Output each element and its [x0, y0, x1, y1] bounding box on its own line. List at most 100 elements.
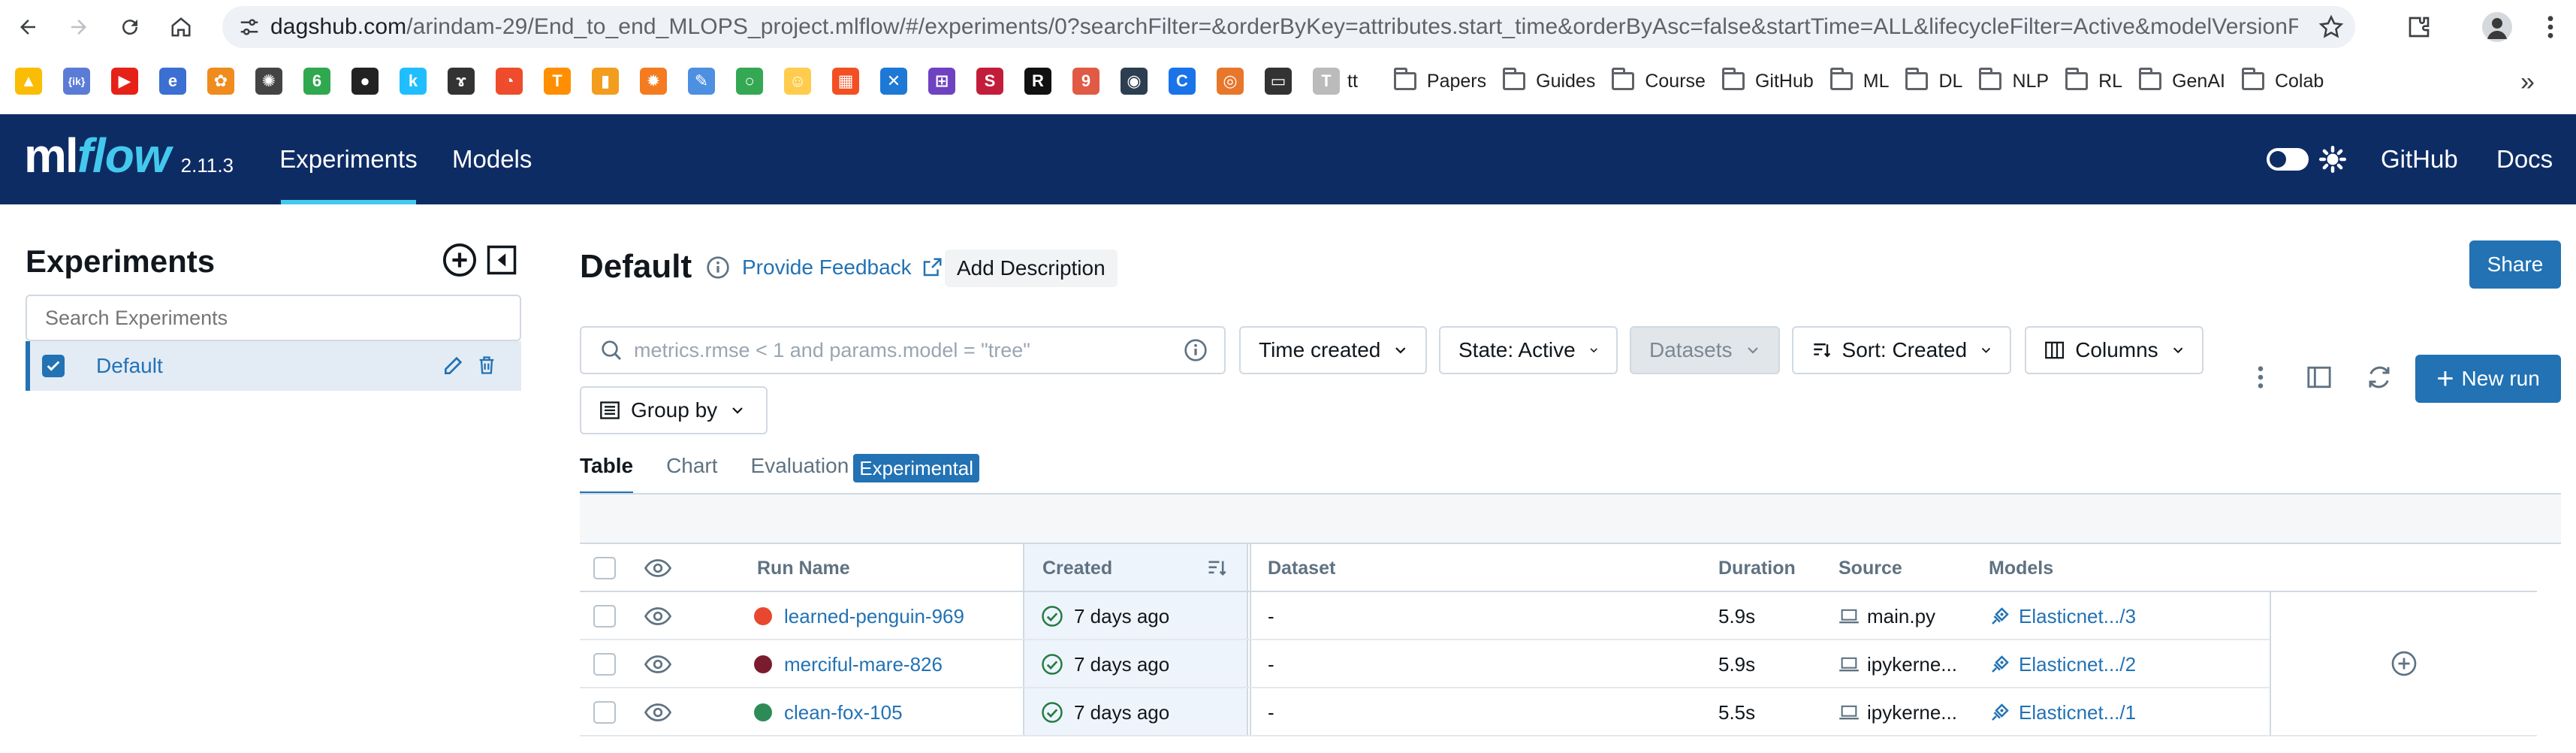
bookmark-folder-dl[interactable]: DL [1905, 68, 1962, 92]
state-dropdown[interactable]: State: Active [1439, 326, 1618, 374]
bookmark-purple-app-icon[interactable]: ⊞ [928, 68, 955, 95]
sort-desc-icon[interactable] [1205, 544, 1229, 592]
bookmark-red-s-icon[interactable]: S [976, 68, 1003, 95]
visibility-eye-icon[interactable] [644, 688, 671, 736]
bookmark-folder-colab[interactable]: Colab [2241, 68, 2324, 92]
bookmark-tt[interactable]: tt [1347, 71, 1358, 92]
toggle-side-panel-button[interactable] [2298, 356, 2340, 398]
add-description-button[interactable]: Add Description [945, 249, 1118, 287]
column-header-created[interactable]: Created [1042, 544, 1112, 592]
edit-experiment-icon[interactable] [442, 353, 466, 381]
source-cell[interactable]: main.py [1838, 592, 1935, 640]
bookmark-kaggle-icon[interactable]: k [400, 68, 427, 95]
bookmark-google-drive-icon[interactable]: ▲ [15, 68, 42, 95]
column-header-run-name[interactable]: Run Name [757, 544, 850, 592]
row-checkbox[interactable] [593, 592, 616, 640]
search-info-icon[interactable] [1184, 338, 1208, 362]
bookmark-black-r-icon[interactable]: R [1024, 68, 1051, 95]
bookmark-blue-x-icon[interactable]: ✕ [880, 68, 907, 95]
collapse-sidebar-button[interactable] [484, 242, 520, 278]
column-header-models[interactable]: Models [1989, 544, 2053, 592]
bookmark-folder-ml[interactable]: ML [1829, 68, 1889, 92]
column-header-duration[interactable]: Duration [1718, 544, 1796, 592]
bookmark-folder-nlp[interactable]: NLP [1979, 68, 2049, 92]
run-name-cell[interactable]: learned-penguin-969 [754, 592, 964, 640]
model-link[interactable]: Elasticnet.../1 [2019, 701, 2136, 724]
source-cell[interactable]: ipykerne... [1838, 688, 1957, 736]
provide-feedback-link[interactable]: Provide Feedback [742, 256, 943, 280]
bookmark-tensorflow-icon[interactable]: T [544, 68, 571, 95]
extensions-icon[interactable] [2400, 6, 2438, 48]
bookmark-terminal-icon[interactable]: ▭ [1265, 68, 1292, 95]
bookmark-folder-papers[interactable]: Papers [1393, 68, 1486, 92]
toggle-switch[interactable] [2267, 148, 2309, 171]
profile-avatar[interactable] [2478, 6, 2516, 48]
docs-link[interactable]: Docs [2496, 114, 2553, 204]
table-row[interactable]: clean-fox-105 7 days ago - 5.5s ipykerne... E… [580, 688, 2270, 736]
run-name-cell[interactable]: clean-fox-105 [754, 688, 903, 736]
run-name-cell[interactable]: merciful-mare-826 [754, 640, 943, 688]
bookmark-hf-icon[interactable]: ☺ [784, 68, 811, 95]
tab-evaluation[interactable]: Evaluation [751, 454, 849, 490]
table-row[interactable]: merciful-mare-826 7 days ago - 5.9s ipykerne… [580, 640, 2270, 688]
row-checkbox[interactable] [593, 640, 616, 688]
address-bar[interactable]: dagshub.com/arindam-29/End_to_end_MLOPS_… [222, 6, 2355, 48]
run-name-link[interactable]: clean-fox-105 [784, 701, 903, 724]
column-header-dataset[interactable]: Dataset [1268, 544, 1335, 592]
datasets-dropdown[interactable]: Datasets [1630, 326, 1780, 374]
source-cell[interactable]: ipykerne... [1838, 640, 1957, 688]
create-experiment-button[interactable] [442, 242, 478, 278]
model-link[interactable]: Elasticnet.../3 [2019, 605, 2136, 628]
bookmark-blue-c-icon[interactable]: C [1169, 68, 1196, 95]
bookmark-folder-guides[interactable]: Guides [1503, 68, 1595, 92]
site-info-icon[interactable] [228, 6, 270, 48]
run-search-input[interactable] [634, 338, 1160, 362]
bookmark-red-9-icon[interactable]: 9 [1072, 68, 1099, 95]
mlflow-logo[interactable]: ml flow 2.11.3 [24, 128, 234, 183]
browser-menu-icon[interactable] [2535, 6, 2565, 48]
bookmark-docker-icon[interactable]: ◉ [1121, 68, 1148, 95]
model-cell[interactable]: Elasticnet.../1 [1989, 688, 2136, 736]
forward-button[interactable] [59, 7, 99, 47]
columns-dropdown[interactable]: Columns [2025, 326, 2203, 374]
bookmark-ring-app-icon[interactable]: ○ [736, 68, 763, 95]
nav-tab-models[interactable]: Models [452, 114, 532, 204]
theme-toggle[interactable] [2267, 114, 2309, 204]
row-checkbox[interactable] [593, 688, 616, 736]
bookmark-ik-icon[interactable]: {ik} [63, 68, 90, 95]
tab-chart[interactable]: Chart [666, 454, 717, 490]
visibility-eye-icon[interactable] [644, 592, 671, 640]
model-cell[interactable]: Elasticnet.../2 [1989, 640, 2136, 688]
bookmark-openai-icon[interactable]: ✺ [255, 68, 282, 95]
bookmark-alpaca-icon[interactable]: ɤ [448, 68, 475, 95]
bookmark-youtube-icon[interactable]: ▶ [111, 68, 138, 95]
table-row[interactable]: learned-penguin-969 7 days ago - 5.9s main.p… [580, 592, 2270, 640]
visibility-eye-icon[interactable] [644, 640, 671, 688]
run-search-box[interactable] [580, 326, 1226, 374]
bookmarks-overflow-icon[interactable]: » [2520, 68, 2535, 97]
model-link[interactable]: Elasticnet.../2 [2019, 653, 2136, 676]
tab-table[interactable]: Table [580, 454, 634, 494]
visibility-header-icon[interactable] [644, 544, 671, 592]
bookmark-folder-github[interactable]: GitHub [1721, 68, 1814, 92]
bookmark-ms-app-icon[interactable]: ▦ [832, 68, 859, 95]
bookmark-green-app-icon[interactable]: 6 [303, 68, 330, 95]
bookmark-orange-ring-icon[interactable]: ◎ [1217, 68, 1244, 95]
bookmark-orange-app-icon[interactable]: ✿ [207, 68, 234, 95]
share-button[interactable]: Share [2469, 240, 2561, 289]
run-name-link[interactable]: merciful-mare-826 [784, 653, 943, 676]
bookmark-edge-app-icon[interactable]: e [159, 68, 186, 95]
back-button[interactable] [8, 7, 48, 47]
bookmark-notes-app-icon[interactable]: ✎ [688, 68, 715, 95]
reload-button[interactable] [110, 7, 150, 47]
bookmark-folder-course[interactable]: Course [1612, 68, 1706, 92]
more-options-button[interactable] [2240, 356, 2282, 398]
bookmark-github-icon[interactable]: ● [351, 68, 379, 95]
add-column-button[interactable] [2270, 592, 2537, 736]
select-all-checkbox[interactable] [593, 544, 616, 592]
delete-experiment-icon[interactable] [476, 354, 497, 380]
time-created-dropdown[interactable]: Time created [1239, 326, 1427, 374]
sort-dropdown[interactable]: Sort: Created [1792, 326, 2011, 374]
bookmark-folder-rl[interactable]: RL [2065, 68, 2122, 92]
refresh-button[interactable] [2358, 356, 2400, 398]
